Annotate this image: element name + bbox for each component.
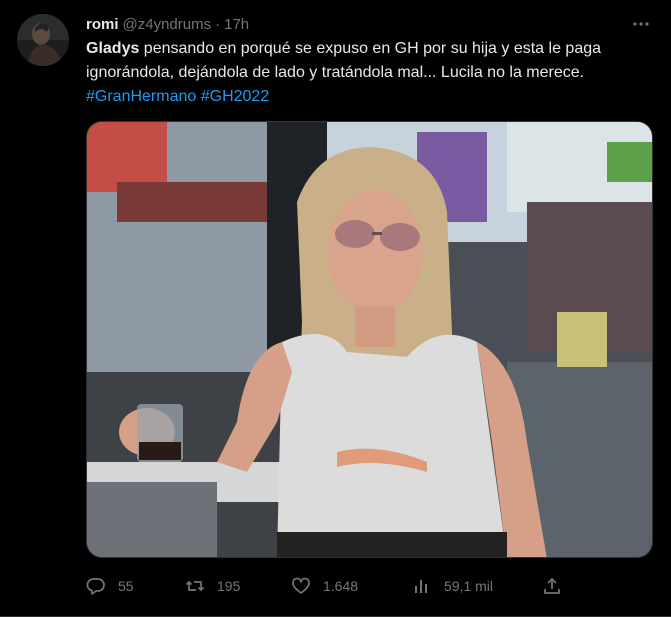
retweet-icon: [185, 576, 205, 596]
hashtag-granhermano[interactable]: #GranHermano: [86, 88, 196, 105]
tweet-text-bold: Gladys: [86, 40, 140, 57]
tweet-photo[interactable]: [86, 121, 653, 558]
more-dots-icon[interactable]: [631, 14, 651, 34]
reply-icon: [86, 576, 106, 596]
retweet-button[interactable]: 195: [185, 574, 240, 598]
like-count: 1.648: [323, 578, 359, 594]
tweet-text-body: pensando en porqué se expuso en GH por s…: [86, 40, 602, 81]
retweet-count: 195: [217, 578, 241, 594]
views-count: 59,1 mil: [444, 578, 494, 594]
share-icon: [542, 576, 562, 596]
timestamp[interactable]: 17h: [224, 16, 249, 33]
avatar-image: [17, 14, 69, 66]
user-handle[interactable]: @z4yndrums: [123, 16, 212, 33]
hashtag-gh2022[interactable]: #GH2022: [201, 88, 270, 105]
views-button[interactable]: 59,1 mil: [412, 574, 493, 598]
avatar[interactable]: [17, 14, 69, 66]
tweet-text: Gladys pensando en porqué se expuso en G…: [86, 37, 656, 109]
header-separator: ·: [215, 15, 221, 33]
tweet-header: romi @z4yndrums · 17h: [86, 14, 249, 34]
like-button[interactable]: 1.648: [291, 574, 358, 598]
reply-button[interactable]: 55: [86, 574, 134, 598]
views-chart-icon: [412, 576, 432, 596]
share-button[interactable]: [542, 574, 562, 598]
heart-icon: [291, 576, 311, 596]
reply-count: 55: [118, 578, 134, 594]
tweet-actions: 55 195 1.648 59,1 mil: [86, 574, 566, 598]
photo-image: [87, 122, 652, 557]
tweet: romi @z4yndrums · 17h Gladys pensando en…: [0, 0, 671, 617]
display-name[interactable]: romi: [86, 16, 119, 33]
